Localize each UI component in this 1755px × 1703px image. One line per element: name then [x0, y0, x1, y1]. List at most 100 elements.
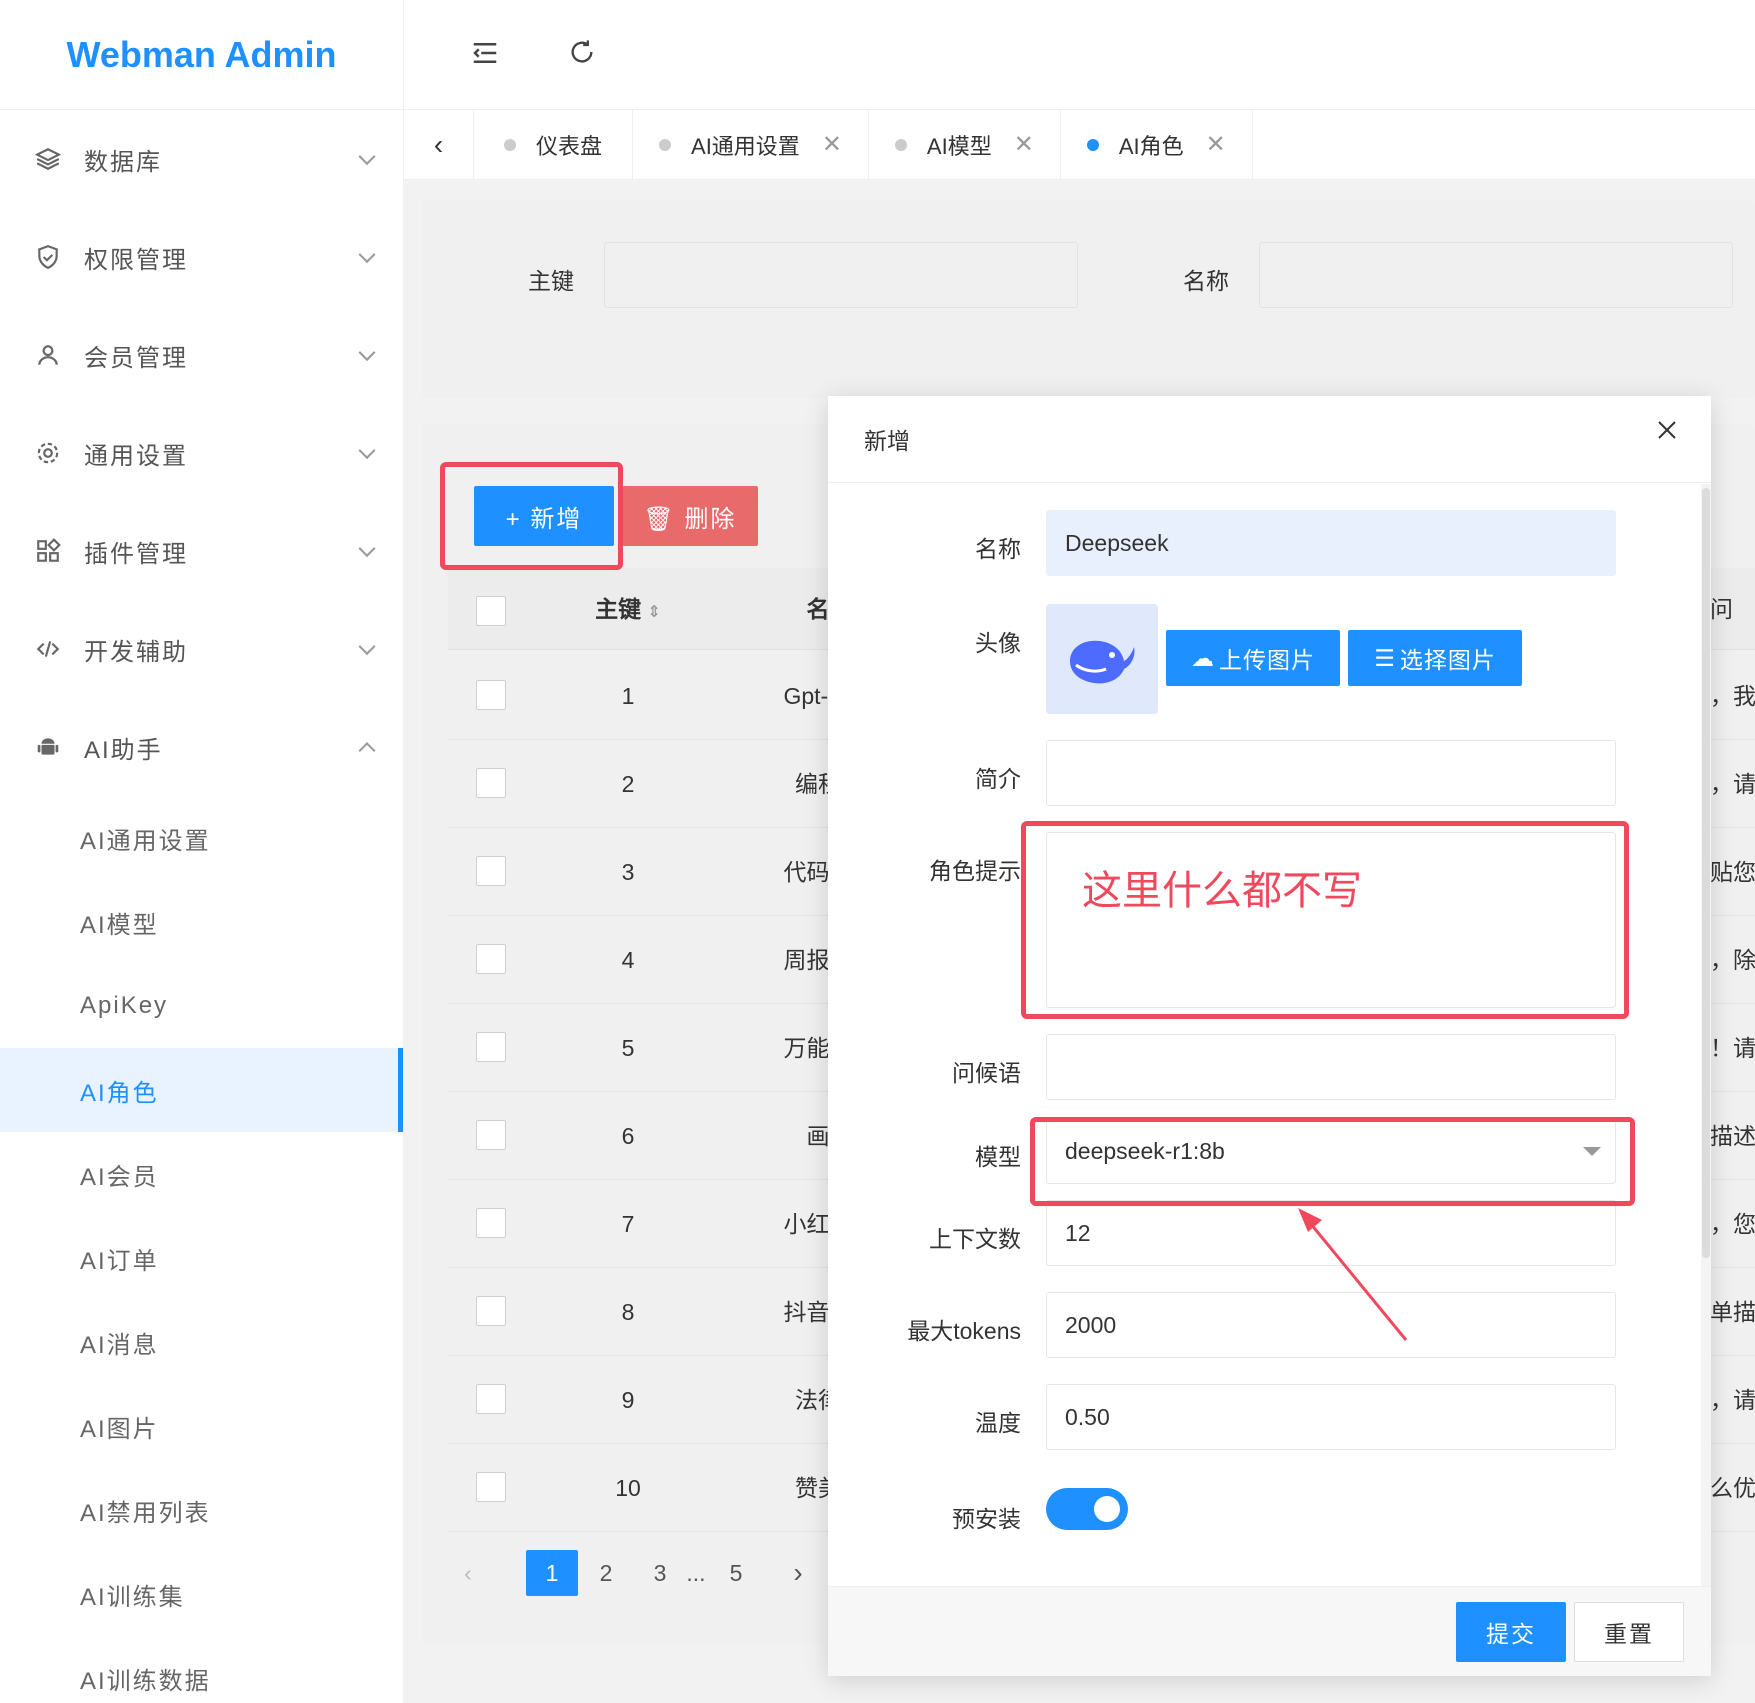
row-checkbox[interactable]: [476, 1208, 506, 1238]
row-checkbox[interactable]: [476, 1032, 506, 1062]
row-tail: 么优: [1710, 1475, 1755, 1501]
row-checkbox[interactable]: [476, 680, 506, 710]
highlight-add-button: [440, 462, 623, 570]
sidebar-subitem-ai-orders[interactable]: AI订单: [0, 1216, 403, 1300]
upload-image-button[interactable]: ☁ 上传图片: [1166, 630, 1340, 686]
sidebar-subitem-ai-models[interactable]: AI模型: [0, 880, 403, 964]
annotation-note: 这里什么都不写: [1082, 869, 1362, 913]
page-1[interactable]: 1: [526, 1550, 578, 1596]
tab-ai-roles[interactable]: AI角色 ✕: [1061, 110, 1253, 179]
sidebar-subitem-ai-training-set[interactable]: AI训练集: [0, 1552, 403, 1636]
sidebar-subitem-ai-banlist[interactable]: AI禁用列表: [0, 1468, 403, 1552]
shield-icon: [34, 243, 62, 271]
menu-collapse-icon[interactable]: [470, 38, 502, 70]
sidebar-item-label: 插件管理: [84, 540, 188, 568]
row-id: 1: [621, 683, 635, 709]
highlight-prompt-field: [1021, 821, 1629, 1019]
search-key-input[interactable]: [604, 242, 1078, 308]
row-checkbox[interactable]: [476, 856, 506, 886]
intro-input[interactable]: [1046, 740, 1616, 806]
temperature-label: 温度: [975, 1410, 1021, 1436]
highlight-model-field: [1030, 1117, 1635, 1206]
submit-button[interactable]: 提交: [1456, 1602, 1566, 1662]
sidebar-item-label: 权限管理: [84, 246, 188, 274]
sidebar-item-plugins[interactable]: 插件管理: [0, 502, 403, 600]
next-page-icon[interactable]: ›: [772, 1550, 824, 1596]
greeting-input[interactable]: [1046, 1034, 1616, 1100]
name-input[interactable]: Deepseek: [1046, 510, 1616, 576]
sidebar-item-permissions[interactable]: 权限管理: [0, 208, 403, 306]
user-icon: [34, 341, 62, 369]
tab-dot: [659, 138, 672, 151]
header-right: 问: [1710, 596, 1733, 622]
annotation-arrow-icon: [1298, 1208, 1408, 1341]
modal-title: 新增: [864, 428, 910, 454]
row-tail: ，请: [1710, 1387, 1755, 1413]
close-icon[interactable]: ✕: [1206, 130, 1226, 159]
search-name-label: 名称: [1183, 268, 1229, 294]
sidebar-subitem-apikey[interactable]: ApiKey: [0, 964, 403, 1048]
search-name-input[interactable]: [1259, 242, 1733, 308]
delete-button[interactable]: 🗑 删除: [622, 486, 758, 546]
select-image-button[interactable]: ☰ 选择图片: [1348, 630, 1522, 686]
sidebar-subitem-ai-messages[interactable]: AI消息: [0, 1300, 403, 1384]
close-icon[interactable]: ✕: [822, 130, 842, 159]
divider: [828, 482, 1711, 483]
chevron-down-icon: [358, 246, 376, 264]
sidebar-item-ai-assistant[interactable]: AI助手: [0, 698, 403, 796]
chevron-down-icon: [358, 638, 376, 656]
apps-icon: [34, 537, 62, 565]
row-checkbox[interactable]: [476, 1384, 506, 1414]
sidebar-subitem-ai-images[interactable]: AI图片: [0, 1384, 403, 1468]
temperature-input[interactable]: 0.50: [1046, 1384, 1616, 1450]
sidebar-item-members[interactable]: 会员管理: [0, 306, 403, 404]
refresh-icon[interactable]: [568, 38, 600, 70]
row-tail: 描述: [1710, 1123, 1755, 1149]
app-logo[interactable]: Webman Admin: [0, 0, 403, 110]
sidebar-item-label: 开发辅助: [84, 638, 188, 666]
row-checkbox[interactable]: [476, 1472, 506, 1502]
row-checkbox[interactable]: [476, 944, 506, 974]
close-icon[interactable]: [1655, 418, 1685, 448]
row-tail: ！请: [1710, 1035, 1755, 1061]
header-id[interactable]: 主键 ⇕: [588, 568, 668, 654]
tab-label: AI模型: [926, 133, 992, 159]
chevron-down-icon: [358, 148, 376, 166]
preinstall-toggle[interactable]: [1046, 1488, 1128, 1530]
chevron-up-icon: [358, 742, 376, 760]
row-id: 8: [621, 1299, 635, 1325]
preinstall-label: 预安装: [952, 1506, 1021, 1532]
page-2[interactable]: 2: [580, 1550, 632, 1596]
sidebar-subitem-ai-general[interactable]: AI通用设置: [0, 796, 403, 880]
sidebar-subitem-ai-roles[interactable]: AI角色: [0, 1048, 403, 1132]
toggle-knob: [1094, 1496, 1120, 1522]
modal-scroll-thumb[interactable]: [1702, 488, 1710, 1258]
row-checkbox[interactable]: [476, 768, 506, 798]
add-role-modal: 新增 名称 Deepseek 头像 ☁ 上传图片 ☰ 选择图片 简介 角色提示 问候…: [828, 396, 1711, 1676]
sidebar-item-database[interactable]: 数据库: [0, 110, 403, 208]
sidebar-item-general-settings[interactable]: 通用设置: [0, 404, 403, 502]
tab-dashboard[interactable]: 仪表盘: [474, 110, 634, 179]
sidebar-subitem-ai-training-data[interactable]: AI训练数据: [0, 1636, 403, 1703]
row-tail: ，除: [1710, 947, 1755, 973]
row-tail: 贴您: [1710, 859, 1755, 885]
tab-label: 仪表盘: [536, 133, 603, 159]
tab-ai-models[interactable]: AI模型 ✕: [869, 110, 1061, 179]
row-checkbox[interactable]: [476, 1120, 506, 1150]
sidebar-item-dev-tools[interactable]: 开发辅助: [0, 600, 403, 698]
close-icon[interactable]: ✕: [1014, 130, 1034, 159]
row-tail: ，我: [1710, 683, 1755, 709]
greeting-label: 问候语: [952, 1060, 1021, 1086]
row-checkbox[interactable]: [476, 1296, 506, 1326]
tab-ai-general[interactable]: AI通用设置 ✕: [633, 110, 869, 179]
sidebar-subitem-ai-members[interactable]: AI会员: [0, 1132, 403, 1216]
row-id: 3: [621, 859, 635, 885]
select-all-checkbox[interactable]: [476, 596, 506, 626]
prev-page-icon[interactable]: ‹: [442, 1550, 494, 1596]
search-key-label: 主键: [528, 268, 574, 294]
tab-dot: [894, 138, 907, 151]
reset-button[interactable]: 重置: [1574, 1602, 1684, 1662]
page-5[interactable]: 5: [710, 1550, 762, 1596]
row-tail: 单描: [1710, 1299, 1755, 1325]
tab-scroll-left-icon[interactable]: ‹: [404, 110, 474, 179]
